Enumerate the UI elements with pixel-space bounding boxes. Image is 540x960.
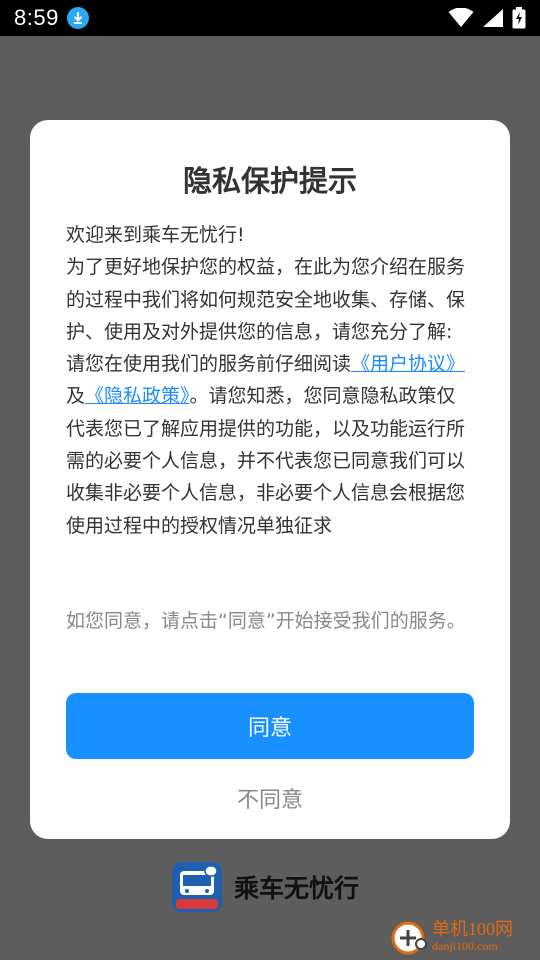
welcome-text: 欢迎来到乘车无忧行! [66, 224, 245, 246]
status-bar: 8:59 [0, 0, 540, 36]
dialog-title: 隐私保护提示 [182, 164, 357, 198]
intro-text: 为了更好地保护您的权益，在此为您介绍在服务的过程中我们将如何规范安全地收集、存储… [66, 256, 466, 343]
app-name: 乘车无忧行 [234, 874, 360, 903]
disagree-button[interactable]: 不同意 [66, 778, 474, 818]
read-prefix: 请您在使用我们的服务前仔细阅读 [66, 353, 352, 376]
consent-hint: 如您同意，请点击“同意”开始接受我们的服务。 [66, 610, 466, 632]
bus-logo-icon [172, 862, 222, 912]
read-suffix: 。请您知悉，您同意隐私政策仅代表您已了解应用提供的功能，以及功能运行所需的必要个… [66, 385, 466, 537]
status-icons [448, 7, 526, 29]
signal-icon [483, 9, 503, 27]
watermark-sub: danji100.com [432, 939, 498, 953]
and-text: 及 [66, 385, 86, 408]
app-brand: 乘车无忧行 [172, 862, 359, 912]
user-agreement-link[interactable]: 《用户协议》 [351, 353, 465, 375]
read-paragraph: 请您在使用我们的服务前仔细阅读《用户协议》及《隐私政策》。请您知悉，您同意隐私政… [66, 348, 474, 542]
download-icon [66, 7, 89, 29]
wifi-icon [448, 8, 474, 27]
status-time: 8:59 [14, 5, 59, 30]
watermark: 单机100网 danji100.com [388, 912, 540, 960]
watermark-logo-icon [391, 921, 427, 955]
privacy-policy-link[interactable]: 《隐私政策》 [85, 385, 190, 407]
watermark-main: 单机100网 [432, 919, 513, 939]
privacy-dialog: 隐私保护提示 欢迎来到乘车无忧行! 为了更好地保护您的权益，在此为您介绍在服务的… [30, 120, 510, 839]
battery-icon [512, 7, 526, 29]
dialog-body: 欢迎来到乘车无忧行! 为了更好地保护您的权益，在此为您介绍在服务的过程中我们将如… [66, 219, 474, 542]
agree-button[interactable]: 同意 [66, 693, 474, 759]
